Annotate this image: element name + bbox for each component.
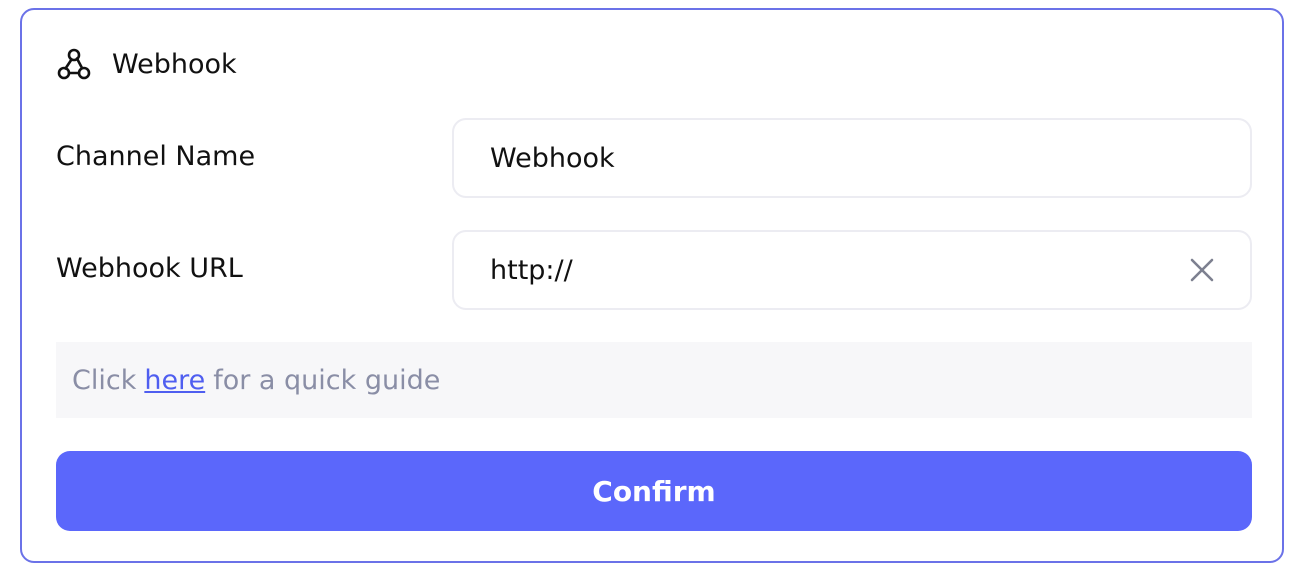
webhook-icon <box>56 45 94 83</box>
quick-guide-banner: Click here for a quick guide <box>56 342 1252 418</box>
webhook-url-input[interactable] <box>490 232 1186 308</box>
webhook-url-field-wrapper <box>452 230 1252 310</box>
guide-prefix-text: Click <box>72 364 137 396</box>
clear-icon[interactable] <box>1186 254 1218 286</box>
channel-name-field-wrapper <box>452 118 1252 198</box>
guide-suffix-text: for a quick guide <box>213 364 441 396</box>
webhook-url-label: Webhook URL <box>56 253 243 284</box>
channel-name-label: Channel Name <box>56 141 256 172</box>
card-header: Webhook <box>56 44 237 84</box>
guide-link[interactable]: here <box>144 365 205 396</box>
channel-name-input[interactable] <box>490 120 1218 196</box>
card-title: Webhook <box>112 48 237 80</box>
webhook-channel-card: Webhook Channel Name Webhook URL Click h… <box>20 8 1284 563</box>
confirm-button[interactable]: Confirm <box>56 451 1252 531</box>
